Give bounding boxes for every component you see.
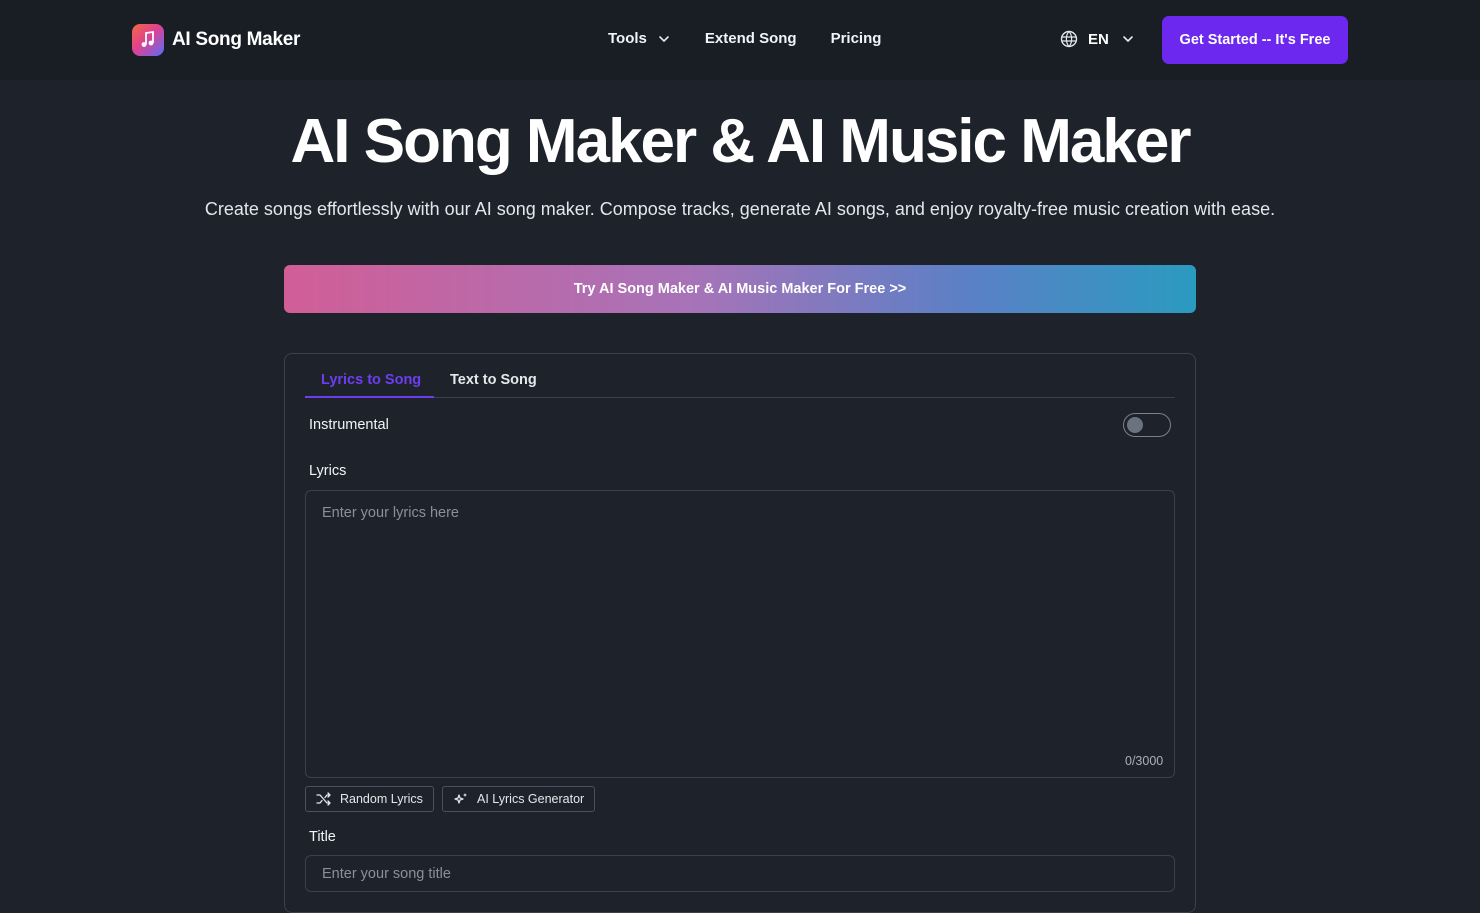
shuffle-icon [316, 792, 331, 806]
try-free-button[interactable]: Try AI Song Maker & AI Music Maker For F… [284, 265, 1196, 313]
site-header: AI Song Maker Tools Extend Song Pricing … [0, 0, 1480, 80]
random-lyrics-button[interactable]: Random Lyrics [305, 786, 434, 812]
toggle-knob [1127, 417, 1143, 433]
instrumental-toggle[interactable] [1123, 413, 1171, 437]
nav-extend-song-label: Extend Song [704, 30, 797, 47]
page-subtitle: Create songs effortlessly with our AI so… [204, 199, 1276, 219]
get-started-button[interactable]: Get Started -- It's Free [1162, 16, 1348, 64]
mode-tabs: Lyrics to Song Text to Song [305, 364, 1175, 398]
song-generator-panel: Lyrics to Song Text to Song Instrumental… [284, 353, 1196, 913]
random-lyrics-label: Random Lyrics [340, 792, 423, 806]
sparkles-icon [454, 793, 467, 804]
globe-icon [1060, 30, 1078, 48]
lyrics-label: Lyrics [309, 463, 347, 479]
language-selector[interactable]: EN [1060, 30, 1135, 48]
ai-lyrics-generator-button[interactable]: AI Lyrics Generator [442, 786, 596, 812]
active-tab-indicator [305, 396, 434, 398]
lyrics-char-counter: 0/3000 [1125, 754, 1164, 768]
music-note-icon [132, 24, 164, 56]
title-label: Title [309, 829, 336, 845]
main-nav: Tools Extend Song Pricing [608, 30, 881, 47]
language-code: EN [1088, 30, 1109, 48]
lyrics-input[interactable] [305, 490, 1175, 778]
ai-lyrics-generator-label: AI Lyrics Generator [477, 792, 585, 806]
instrumental-label: Instrumental [309, 417, 389, 433]
brand-logo[interactable]: AI Song Maker [132, 24, 300, 56]
nav-tools-label: Tools [608, 30, 647, 47]
tab-text-to-song[interactable]: Text to Song [450, 372, 537, 388]
nav-tools[interactable]: Tools [608, 30, 671, 47]
nav-extend-song[interactable]: Extend Song [705, 30, 797, 47]
page-title: AI Song Maker & AI Music Maker [290, 107, 1192, 176]
song-title-input[interactable] [305, 855, 1175, 892]
chevron-down-icon [1123, 36, 1133, 42]
nav-pricing[interactable]: Pricing [831, 30, 882, 47]
chevron-down-icon [659, 35, 669, 42]
tab-lyrics-to-song[interactable]: Lyrics to Song [321, 372, 421, 388]
nav-pricing-label: Pricing [830, 30, 882, 47]
brand-name: AI Song Maker [172, 29, 301, 50]
